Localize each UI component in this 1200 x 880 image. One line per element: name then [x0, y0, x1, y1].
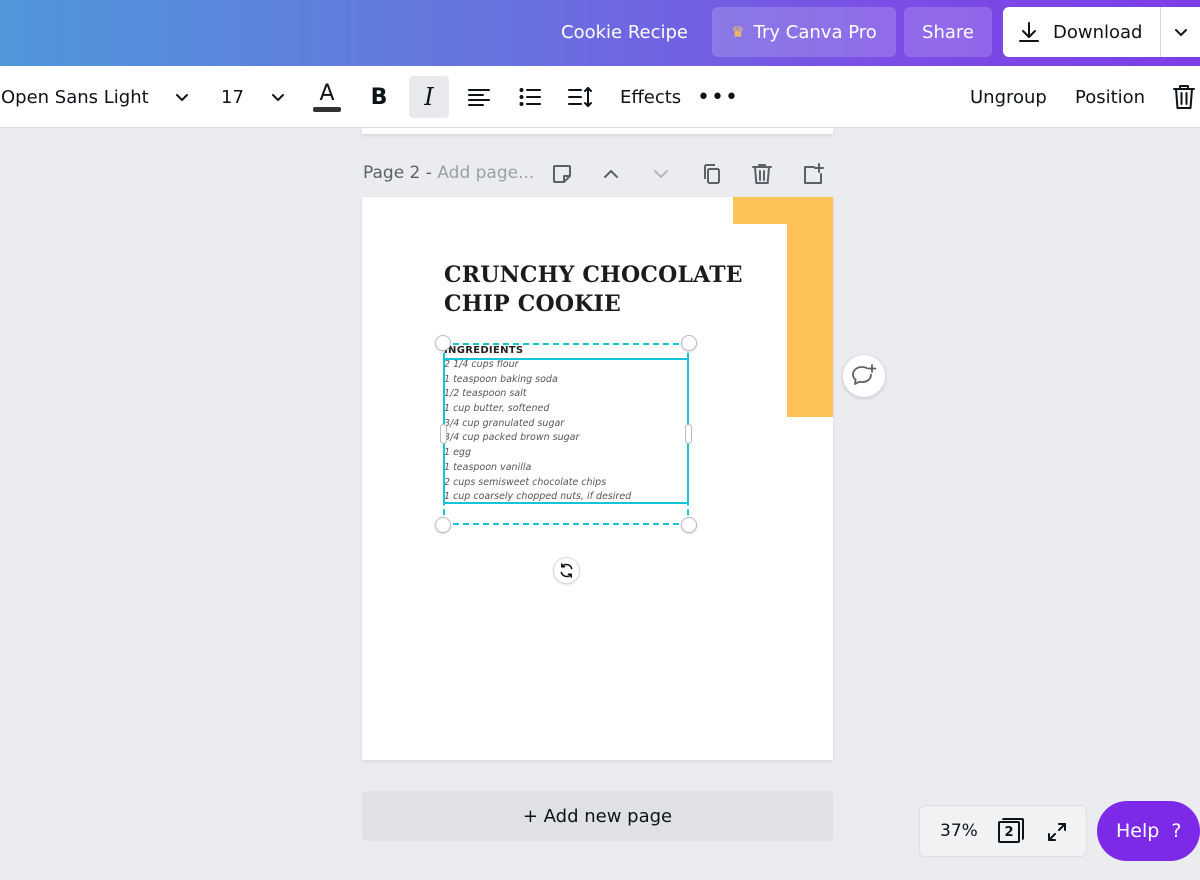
add-new-page-button[interactable]: + Add new page: [362, 791, 833, 841]
add-page-button[interactable]: [801, 162, 825, 186]
editor-header: Cookie Recipe ♛ Try Canva Pro Share Down…: [0, 0, 1200, 66]
zoom-panel: 37% 2: [919, 805, 1087, 857]
download-icon: [1019, 22, 1039, 42]
resize-handle-top-left[interactable]: [435, 335, 451, 351]
chevron-down-icon: [654, 170, 668, 179]
chevron-up-icon: [604, 169, 618, 178]
font-family-selector[interactable]: Open Sans Light: [1, 66, 149, 128]
ungroup-button[interactable]: Ungroup: [970, 66, 1047, 128]
bullet-list-button[interactable]: [517, 66, 543, 128]
zoom-level[interactable]: 37%: [940, 821, 978, 841]
trash-icon: [1173, 85, 1195, 109]
text-color-icon: A: [319, 80, 335, 106]
rotate-icon: [560, 563, 573, 578]
download-button[interactable]: Download: [1003, 7, 1160, 57]
help-label: Help: [1116, 820, 1160, 842]
text-selection-outline: [443, 358, 689, 504]
font-size-dropdown[interactable]: [268, 66, 288, 128]
decorative-shape-bar[interactable]: [787, 197, 833, 417]
fullscreen-button[interactable]: [1045, 820, 1069, 844]
delete-button[interactable]: [1172, 66, 1196, 128]
page-number-label: Page 2 -: [363, 163, 438, 183]
recipe-title[interactable]: CRUNCHY CHOCOLATE CHIP COOKIE: [444, 261, 743, 319]
resize-handle-right[interactable]: [685, 424, 692, 444]
page-count: 2: [998, 821, 1020, 843]
page-header: Page 2 - Add page...: [363, 163, 534, 183]
download-options-button[interactable]: [1161, 7, 1200, 57]
rotate-handle[interactable]: [553, 557, 580, 584]
font-size-input[interactable]: 17: [221, 66, 244, 128]
effects-button[interactable]: Effects: [620, 66, 681, 128]
add-comment-button[interactable]: [843, 355, 885, 397]
help-button[interactable]: Help ?: [1097, 801, 1200, 861]
text-color-button[interactable]: A: [312, 66, 342, 128]
try-pro-label: Try Canva Pro: [753, 21, 877, 43]
trash-icon: [752, 164, 772, 184]
align-left-icon: [468, 89, 490, 106]
question-icon: ?: [1171, 820, 1182, 842]
chevron-down-icon: [176, 94, 188, 102]
previous-page-edge: [362, 128, 833, 134]
chevron-down-icon: [272, 94, 284, 102]
resize-handle-bottom-right[interactable]: [681, 517, 697, 533]
recipe-title-line: CHIP COOKIE: [444, 291, 622, 317]
move-page-down-button[interactable]: [649, 162, 673, 186]
page-notes-button[interactable]: [550, 162, 574, 186]
line-spacing-icon: [568, 87, 592, 107]
text-toolbar: Open Sans Light 17 A B I Effects ••• Ung…: [0, 66, 1200, 128]
download-label: Download: [1053, 21, 1143, 43]
font-family-dropdown[interactable]: [172, 66, 192, 128]
more-options-button[interactable]: •••: [697, 66, 738, 128]
bold-button[interactable]: B: [367, 66, 391, 128]
resize-handle-left[interactable]: [440, 424, 447, 444]
delete-page-button[interactable]: [750, 162, 774, 186]
recipe-title-line: CRUNCHY CHOCOLATE: [444, 262, 743, 288]
text-color-swatch: [313, 106, 341, 112]
italic-button[interactable]: I: [409, 76, 449, 118]
move-page-up-button[interactable]: [599, 162, 623, 186]
bullet-list-icon: [519, 88, 541, 106]
download-button-group: Download: [1003, 7, 1200, 57]
expand-icon: [1048, 823, 1066, 841]
note-icon: [553, 165, 571, 183]
share-button[interactable]: Share: [904, 7, 992, 57]
line-spacing-button[interactable]: [566, 66, 594, 128]
position-button[interactable]: Position: [1075, 66, 1145, 128]
page-title-input[interactable]: Add page...: [437, 163, 534, 183]
page-grid-button[interactable]: 2: [998, 818, 1024, 844]
align-left-button[interactable]: [466, 66, 492, 128]
copy-icon: [704, 164, 720, 184]
comment-add-icon: [852, 364, 877, 385]
duplicate-page-button[interactable]: [700, 162, 724, 186]
add-page-icon: [804, 163, 824, 184]
crown-icon: ♛: [731, 23, 745, 41]
chevron-down-icon: [1174, 29, 1187, 37]
resize-handle-top-right[interactable]: [681, 335, 697, 351]
resize-handle-bottom-left[interactable]: [435, 517, 451, 533]
try-canva-pro-button[interactable]: ♛ Try Canva Pro: [712, 7, 896, 57]
document-title[interactable]: Cookie Recipe: [561, 22, 688, 43]
